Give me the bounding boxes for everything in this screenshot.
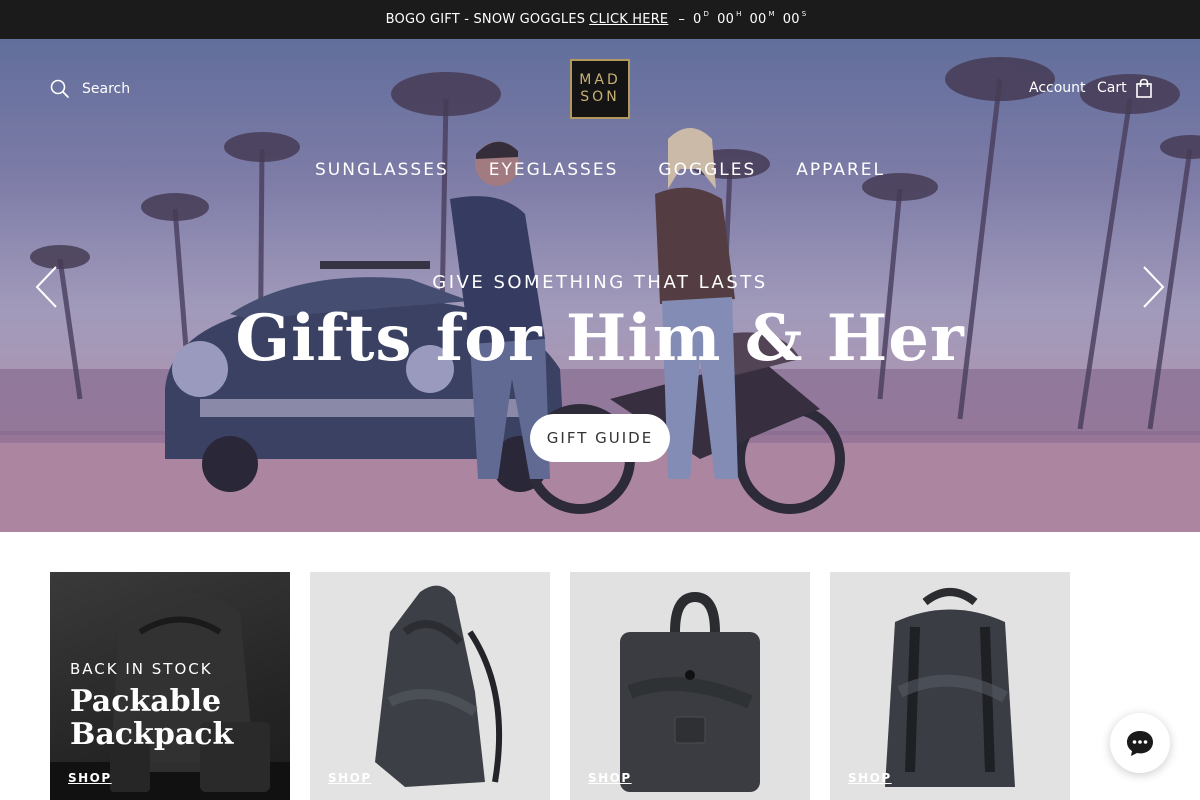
shop-link[interactable]: SHOP: [588, 771, 632, 785]
countdown-hours: 00 H: [717, 10, 742, 27]
shop-link[interactable]: SHOP: [328, 771, 372, 785]
countdown-seconds-value: 00: [782, 12, 800, 27]
tile-title-line-1: Packable: [70, 684, 222, 719]
search-icon: [50, 79, 69, 98]
countdown-hours-unit: H: [736, 10, 742, 18]
tile-title: Packable Backpack: [70, 685, 233, 751]
countdown-days-value: 0: [693, 12, 702, 27]
logo-line-1: MAD: [579, 72, 621, 88]
countdown-minutes: 00 M: [749, 10, 775, 27]
logo[interactable]: MAD SON: [570, 59, 630, 119]
nav-item-eyeglasses[interactable]: EYEGLASSES: [489, 160, 619, 180]
search-label: Search: [82, 81, 131, 97]
announcement-text: BOGO GIFT - SNOW GOGGLES: [385, 12, 586, 27]
countdown-hours-value: 00: [717, 12, 735, 27]
search-button[interactable]: Search: [50, 79, 130, 99]
announcement-bar: BOGO GIFT - SNOW GOGGLES CLICK HERE – 0 …: [0, 0, 1200, 39]
shop-link[interactable]: SHOP: [68, 771, 112, 785]
hero-banner: Search MAD SON Account Cart SUNGLASSES E…: [0, 39, 1200, 532]
countdown-days: 0 D: [693, 10, 710, 27]
countdown-minutes-unit: M: [768, 10, 775, 18]
hero-headline: Gifts for Him & Her: [235, 301, 965, 376]
chat-icon: [1127, 731, 1153, 756]
countdown-days-unit: D: [703, 10, 710, 18]
tile-title-line-2: Backpack: [70, 717, 234, 752]
announcement-dash: –: [678, 12, 686, 27]
announcement-link[interactable]: CLICK HERE: [589, 12, 668, 27]
product-tile-backpack-side[interactable]: SHOP: [310, 572, 550, 800]
cart-link[interactable]: Cart: [1097, 78, 1153, 98]
product-tile-backpack-packed[interactable]: SHOP: [570, 572, 810, 800]
product-tile-backpack-back[interactable]: SHOP: [830, 572, 1070, 800]
nav-item-goggles[interactable]: GOGGLES: [658, 160, 756, 180]
countdown-seconds: 00 S: [782, 10, 807, 27]
gift-guide-button[interactable]: GIFT GUIDE: [530, 414, 670, 462]
logo-line-2: SON: [580, 89, 620, 105]
shop-link[interactable]: SHOP: [848, 771, 892, 785]
promo-tile-packable-backpack[interactable]: BACK IN STOCK Packable Backpack SHOP: [50, 572, 290, 800]
nav-item-sunglasses[interactable]: SUNGLASSES: [315, 160, 449, 180]
backpack-back-image: [885, 588, 1015, 787]
hero-eyebrow: GIVE SOMETHING THAT LASTS: [432, 272, 768, 293]
cart-label: Cart: [1097, 80, 1127, 96]
countdown-seconds-unit: S: [801, 10, 807, 18]
countdown-minutes-value: 00: [749, 12, 767, 27]
main-nav: SUNGLASSES EYEGLASSES GOGGLES APPAREL: [0, 160, 1200, 180]
shopping-bag-icon: [1135, 78, 1152, 98]
tile-eyebrow: BACK IN STOCK: [70, 660, 213, 678]
backpack-packed-image: [620, 591, 760, 792]
backpack-side-image: [375, 585, 503, 787]
nav-item-apparel[interactable]: APPAREL: [796, 160, 885, 180]
chat-button[interactable]: [1110, 713, 1170, 773]
account-link[interactable]: Account: [1029, 80, 1086, 96]
